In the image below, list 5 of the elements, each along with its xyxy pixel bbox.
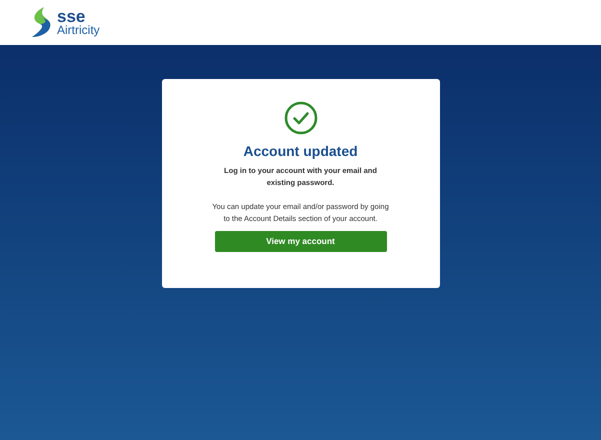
card-title: Account updated xyxy=(243,142,358,161)
logo-subtext: Airtricity xyxy=(57,24,100,36)
logo-text: sse xyxy=(57,8,86,24)
view-account-button[interactable]: View my account xyxy=(214,231,386,252)
check-circle-icon xyxy=(284,101,318,135)
